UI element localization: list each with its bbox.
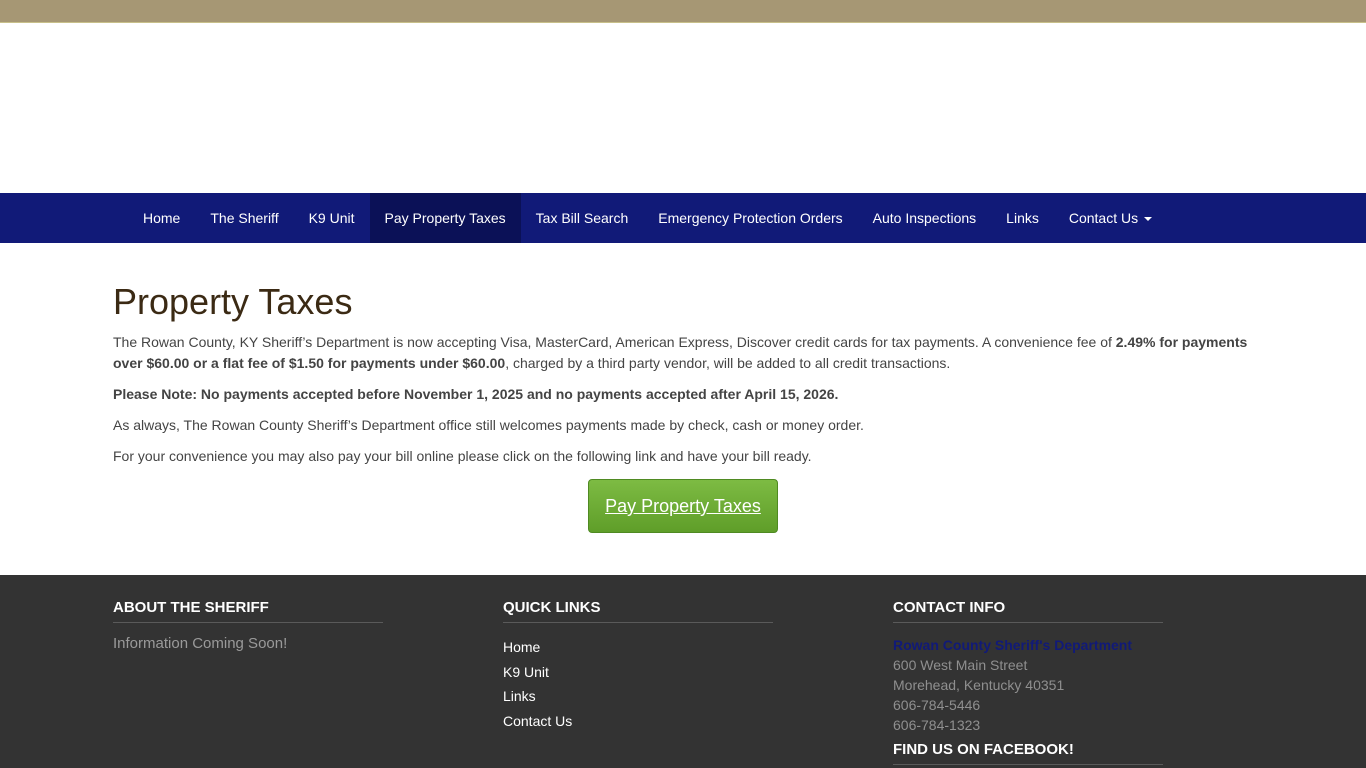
- nav-item-links[interactable]: Links: [991, 193, 1054, 243]
- nav-link-pay-property-taxes[interactable]: Pay Property Taxes: [369, 193, 521, 243]
- footer-link-contact-us[interactable]: Contact Us: [503, 709, 773, 734]
- top-bar: [0, 0, 1366, 23]
- payment-dates-note: Please Note: No payments accepted before…: [113, 384, 1253, 405]
- main-content: Property Taxes The Rowan County, KY Sher…: [0, 243, 1366, 535]
- facebook-section: FIND US ON FACEBOOK!: [893, 741, 1163, 765]
- nav-item-auto-inspections[interactable]: Auto Inspections: [858, 193, 992, 243]
- header-banner: [0, 23, 1366, 193]
- credit-info-text-end: , charged by a third party vendor, will …: [505, 355, 951, 371]
- nav-link-the-sheriff[interactable]: The Sheriff: [195, 193, 293, 243]
- footer-about: ABOUT THE SHERIFF Information Coming Soo…: [113, 599, 383, 652]
- nav-item-pay-property-taxes[interactable]: Pay Property Taxes: [369, 193, 521, 243]
- contact-heading: CONTACT INFO: [893, 599, 1163, 623]
- nav-item-home[interactable]: Home: [128, 193, 195, 243]
- nav-link-emergency-protection-orders[interactable]: Emergency Protection Orders: [643, 193, 857, 243]
- nav-link-auto-inspections[interactable]: Auto Inspections: [858, 193, 992, 243]
- main-nav: Home The Sheriff K9 Unit Pay Property Ta…: [0, 193, 1366, 243]
- nav-item-tax-bill-search[interactable]: Tax Bill Search: [521, 193, 644, 243]
- about-heading: ABOUT THE SHERIFF: [113, 599, 383, 623]
- page-title: Property Taxes: [113, 281, 353, 322]
- nav-link-k9-unit[interactable]: K9 Unit: [294, 193, 370, 243]
- nav-item-the-sheriff[interactable]: The Sheriff: [195, 193, 293, 243]
- credit-card-info: The Rowan County, KY Sheriff’s Departmen…: [113, 332, 1253, 374]
- footer: ABOUT THE SHERIFF Information Coming Soo…: [0, 575, 1366, 768]
- nav-item-emergency-protection-orders[interactable]: Emergency Protection Orders: [643, 193, 857, 243]
- nav-link-tax-bill-search[interactable]: Tax Bill Search: [521, 193, 644, 243]
- caret-down-icon: [1144, 217, 1153, 222]
- about-text: Information Coming Soon!: [113, 635, 288, 652]
- quick-links-heading: QUICK LINKS: [503, 599, 773, 623]
- footer-link-links[interactable]: Links: [503, 684, 773, 709]
- footer-link-home[interactable]: Home: [503, 635, 773, 660]
- nav-contact-label: Contact Us: [1068, 210, 1139, 226]
- payment-dates-note-text: Please Note: No payments accepted before…: [113, 386, 839, 402]
- contact-city: Morehead, Kentucky 40351: [893, 677, 1065, 693]
- nav-link-links[interactable]: Links: [991, 193, 1054, 243]
- nav-link-contact-us[interactable]: Contact Us: [1054, 193, 1167, 243]
- nav-item-k9-unit[interactable]: K9 Unit: [294, 193, 370, 243]
- facebook-heading: FIND US ON FACEBOOK!: [893, 741, 1163, 765]
- nav-item-contact-us[interactable]: Contact Us: [1054, 193, 1167, 243]
- nav-link-home[interactable]: Home: [128, 193, 195, 243]
- button-container: Pay Property Taxes: [113, 479, 1253, 533]
- contact-phone-1: 606-784-5446: [893, 697, 981, 713]
- pay-property-taxes-button[interactable]: Pay Property Taxes: [588, 479, 778, 533]
- contact-street: 600 West Main Street: [893, 657, 1028, 673]
- contact-phone-2: 606-784-1323: [893, 717, 981, 733]
- payment-methods-text: As always, The Rowan County Sheriff’s De…: [113, 417, 864, 433]
- footer-quick-links: QUICK LINKS Home K9 Unit Links Contact U…: [503, 599, 773, 733]
- footer-contact: CONTACT INFO Rowan County Sheriff's Depa…: [893, 599, 1163, 765]
- footer-link-k9-unit[interactable]: K9 Unit: [503, 660, 773, 685]
- credit-info-text: The Rowan County, KY Sheriff’s Departmen…: [113, 334, 1116, 350]
- contact-name-link[interactable]: Rowan County Sheriff's Department: [893, 635, 1163, 655]
- online-payment-text: For your convenience you may also pay yo…: [113, 448, 812, 464]
